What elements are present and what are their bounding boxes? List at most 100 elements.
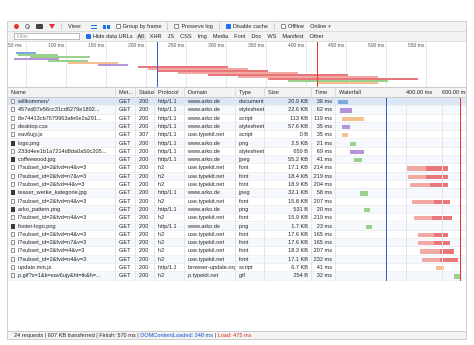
table-row[interactable]: l?subset_id=2&fvd=n4&v=3 GET 200 h2 use.type… (8, 214, 466, 223)
cell-method: GET (116, 247, 136, 256)
column-header-size[interactable]: Size (265, 88, 312, 98)
cell-domain: use.typekit.net (185, 230, 236, 240)
table-row[interactable]: l?subset_id=2&fvd=n7&v=3 GET 200 h2 use.type… (8, 239, 466, 248)
cell-size: 57.6 KB (265, 122, 312, 132)
table-row[interactable]: p.gif?s=1&k=eav6ujy&ht=tk&h=... GET 200 h2 p… (8, 272, 466, 281)
table-row[interactable]: 233d4ee1b1a7214d8da0a50c205... GET 200 http… (8, 147, 466, 157)
table-row[interactable]: l?subset_id=2&fvd=i4&v=3 GET 200 h2 use.type… (8, 181, 466, 190)
cell-size: 17.1 KB (265, 164, 312, 173)
column-header-name[interactable]: Name (8, 88, 116, 98)
waterfall-cell (336, 272, 466, 280)
column-header-protocol[interactable]: Protocol (155, 88, 185, 98)
cell-name: 8e74413cb7579963afe6e2a291... (8, 114, 116, 123)
column-header-type[interactable]: Type (236, 88, 265, 98)
cell-status: 200 (136, 181, 155, 190)
cell-domain: www.arko.de (185, 189, 236, 198)
cell-time: 119 ms (312, 114, 336, 123)
waterfall-bar (360, 191, 368, 196)
filter-type-media[interactable]: Media (211, 34, 230, 40)
cell-name-text: logo.png (18, 140, 40, 147)
cell-name-text: eav6ujy.js (18, 132, 43, 139)
cell-protocol: http/1.1 (155, 189, 185, 198)
column-header-domain[interactable]: Domain (185, 88, 236, 98)
cell-status: 200 (136, 98, 155, 107)
column-header-status[interactable]: Status (136, 88, 155, 98)
timeline-overview[interactable]: 50 ms 100 ms 150 ms 200 ms 250 ms 300 ms 350 m… (8, 42, 466, 88)
screenshot-button[interactable] (36, 24, 43, 29)
table-row[interactable]: 457ed07e56cc31cd6279e1892... GET 200 http/1… (8, 106, 466, 115)
group-by-frame-checkbox[interactable]: Group by frame (115, 24, 161, 30)
table-row[interactable]: coffeewood.jpg GET 200 http/1.1 www.arko.de j… (8, 156, 466, 165)
table-row[interactable]: eav6ujy.js GET 307 http/1.1 use.typekit.net s… (8, 131, 466, 140)
filter-type-other[interactable]: Other (307, 34, 325, 40)
overview-gridline (426, 42, 427, 87)
filter-type-ws[interactable]: WS (265, 34, 278, 40)
image-file-icon (11, 206, 15, 212)
cell-method: GET (116, 114, 136, 123)
cell-time: 214 ms (312, 164, 336, 173)
filter-type-xhr[interactable]: XHR (148, 34, 164, 40)
hide-data-urls-checkbox[interactable]: Hide data URLs (86, 34, 133, 40)
table-row[interactable]: l?subset_id=2&fvd=n4&v=3 GET 200 h2 use.type… (8, 197, 466, 206)
throttling-select[interactable]: Online (310, 24, 331, 30)
disable-cache-checkbox[interactable]: Disable cache (225, 24, 268, 30)
list-view-icon (90, 24, 97, 29)
table-row[interactable]: logo.png GET 200 http/1.1 www.arko.de png 2.5 … (8, 139, 466, 148)
table-row[interactable]: teaser_werke_kategorie.jpg GET 200 http/1.1… (8, 189, 466, 198)
table-row[interactable]: l?subset_id=2&fvd=i4&v=3 GET 200 h2 use.type… (8, 247, 466, 256)
cell-name: l?subset_id=2&fvd=n4&v=3 (8, 164, 116, 173)
column-header-time[interactable]: Time (312, 88, 336, 98)
cell-time: 207 ms (312, 247, 336, 256)
table-row[interactable]: l?subset_id=2&fvd=n4&v=3 GET 200 h2 use.type… (8, 255, 466, 264)
large-rows-toggle[interactable] (88, 24, 97, 29)
waterfall-gridline (442, 98, 443, 281)
table-row[interactable]: l?subset_id=2&fvd=n4&v=3 GET 200 h2 use.type… (8, 164, 466, 173)
filter-type-css[interactable]: CSS (178, 34, 194, 40)
waterfall-cell (336, 173, 466, 181)
cell-time: 23 ms (312, 222, 336, 231)
table-row[interactable]: desktop.css GET 200 http/1.1 www.arko.de styl… (8, 122, 466, 132)
checkbox-icon (115, 24, 121, 29)
filter-type-font[interactable]: Font (232, 34, 247, 40)
table-row[interactable]: l?subset_id=2&fvd=n7&v=3 GET 200 h2 use.type… (8, 172, 466, 181)
cell-size: 6.7 KB (265, 264, 312, 273)
filter-type-js[interactable]: JS (166, 34, 177, 40)
file-icon (11, 265, 15, 270)
filter-type-doc[interactable]: Doc (249, 34, 263, 40)
overview-tick-label: 250 ms (168, 43, 185, 49)
filter-type-img[interactable]: Img (196, 34, 209, 40)
preserve-log-checkbox[interactable]: Preserve log (174, 24, 213, 30)
filter-type-manifest[interactable]: Manifest (280, 34, 305, 40)
cell-time: 232 ms (312, 255, 336, 264)
filter-type-all[interactable]: All (135, 33, 146, 40)
column-header-method[interactable]: Met... (116, 88, 136, 98)
cell-name: arko_pattern.png (8, 205, 116, 215)
cell-type: font (236, 164, 265, 173)
filter-toggle-button[interactable] (49, 24, 55, 29)
table-row[interactable]: footer-logo.png GET 200 http/1.1 www.arko.de… (8, 222, 466, 231)
checked-checkbox-icon (225, 24, 231, 29)
table-row[interactable]: arko_pattern.png GET 200 http/1.1 www.arko.d… (8, 205, 466, 215)
overview-gridline (146, 42, 147, 87)
overview-toggle[interactable] (102, 24, 110, 29)
waterfall-bar (418, 241, 434, 246)
cell-name-text: 233d4ee1b1a7214d8da0a50c205... (18, 148, 107, 155)
table-row[interactable]: l?subset_id=2&fvd=n4&v=3 GET 200 h2 use.type… (8, 230, 466, 240)
cell-status: 200 (136, 122, 155, 132)
clear-button[interactable] (25, 24, 30, 29)
cell-name: willkommen/ (8, 98, 116, 107)
cell-domain: use.typekit.net (185, 172, 236, 181)
waterfall-bar (406, 166, 426, 171)
record-button[interactable] (14, 24, 19, 29)
cell-name-text: l?subset_id=2&fvd=n4&v=3 (18, 215, 87, 222)
column-header-waterfall[interactable]: Waterfall 400.00 ms 600.00 ms (336, 88, 466, 98)
table-row[interactable]: willkommen/GET 200 http/1.1 www.arko.de docu… (8, 98, 466, 107)
table-row[interactable]: 8e74413cb7579963afe6e2a291... GET 200 http/… (8, 114, 466, 123)
cell-status: 200 (136, 222, 155, 231)
cell-protocol: h2 (155, 239, 185, 248)
overview-gridline (266, 42, 267, 87)
waterfall-bar (364, 207, 370, 213)
offline-checkbox[interactable]: Offline (281, 24, 304, 30)
filter-input[interactable]: Filter (14, 33, 80, 40)
table-row[interactable]: update.min.js GET 200 http/1.1 browser-updat… (8, 264, 466, 273)
